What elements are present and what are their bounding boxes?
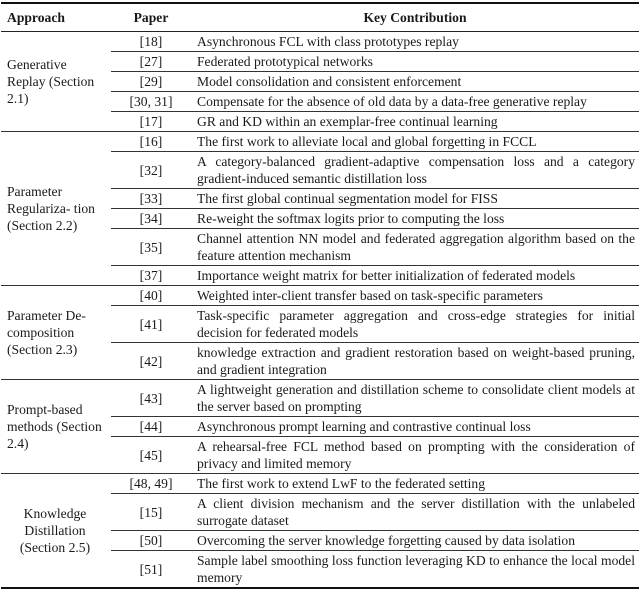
paper-cell: [35] [111, 228, 191, 266]
contribution-cell: Asynchronous prompt learning and contras… [191, 416, 639, 437]
header-paper: Paper [133, 9, 169, 25]
contribution-cell: Overcoming the server knowledge forgetti… [191, 530, 639, 551]
header-approach: Approach [7, 9, 65, 25]
approach-cell: Generative Replay (Section 2.1) [7, 57, 95, 106]
approach-group: Knowledge Distillation (Section 2.5) [48,… [1, 473, 639, 588]
paper-cell: [42] [111, 342, 191, 380]
paper-cell: [51] [111, 550, 191, 588]
paper-cell: [17] [111, 111, 191, 132]
contribution-cell: Sample label smoothing loss function lev… [191, 550, 639, 588]
paper-cell: [45] [111, 436, 191, 474]
contribution-cell: A lightweight generation and distillatio… [197, 382, 635, 414]
paper-cell: [48, 49] [129, 476, 173, 491]
contribution-cell: Re-weight the softmax logits prior to co… [191, 208, 639, 229]
contribution-cell: knowledge extraction and gradient restor… [191, 342, 639, 380]
contribution-cell: Asynchronous FCL with class prototypes r… [197, 34, 459, 49]
contribution-cell: GR and KD within an exemplar-free contin… [191, 111, 639, 132]
table-row: Generative Replay (Section 2.1) [18] Async… [1, 32, 639, 106]
paper-cell: [40] [139, 288, 163, 303]
header-key-contribution: Key Contribution [363, 9, 467, 25]
contribution-cell: A category-balanced gradient-adaptive co… [191, 151, 639, 189]
paper-cell: [30, 31] [111, 91, 191, 112]
table-header: Approach Paper Key Contribution [1, 3, 639, 32]
contribution-cell: Federated prototypical networks [191, 51, 639, 72]
contribution-cell: Task-specific parameter aggregation and … [191, 305, 639, 343]
paper-cell: [44] [111, 416, 191, 437]
paper-table-container: Approach Paper Key Contribution Generati… [0, 0, 640, 589]
contribution-cell: A rehearsal-free FCL method based on pro… [191, 436, 639, 474]
table-row: Knowledge Distillation (Section 2.5) [48,… [1, 474, 639, 555]
contribution-cell: The first global continual segmentation … [191, 188, 639, 209]
paper-cell: [43] [139, 390, 163, 406]
approach-group: Generative Replay (Section 2.1) [18] Async… [1, 31, 639, 132]
contribution-cell: Compensate for the absence of old data b… [191, 91, 639, 112]
approach-cell: Parameter De- composition (Section 2.3) [7, 308, 86, 357]
approach-group: Parameter Regulariza- tion (Section 2.2)… [1, 131, 639, 286]
paper-cell: [34] [111, 208, 191, 229]
contribution-cell: A client division mechanism and the serv… [191, 493, 639, 531]
paper-cell: [50] [111, 530, 191, 551]
approach-comparison-table: Approach Paper Key Contribution Generati… [1, 2, 639, 589]
approach-cell: Knowledge Distillation (Section 2.5) [19, 506, 91, 555]
contribution-cell: The first work to alleviate local and gl… [197, 134, 537, 149]
paper-cell: [15] [111, 493, 191, 531]
table-row: Parameter De- composition (Section 2.3) [… [1, 286, 639, 357]
table-row: Parameter Regulariza- tion (Section 2.2)… [1, 132, 639, 233]
paper-cell: [18] [139, 34, 163, 49]
paper-cell: [32] [111, 151, 191, 189]
paper-cell: [33] [111, 188, 191, 209]
paper-cell: [37] [111, 265, 191, 286]
paper-cell: [16] [139, 134, 163, 149]
contribution-cell: Model consolidation and consistent enfor… [191, 71, 639, 92]
paper-cell: [29] [111, 71, 191, 92]
paper-cell: [27] [111, 51, 191, 72]
contribution-cell: Channel attention NN model and federated… [191, 228, 639, 266]
header-row: Approach Paper Key Contribution [1, 3, 639, 32]
approach-cell: Parameter Regulariza- tion (Section 2.2) [7, 184, 95, 233]
table-row: Prompt-based methods (Section 2.4) [43] A … [1, 380, 639, 451]
approach-group: Parameter De- composition (Section 2.3) [… [1, 285, 639, 380]
contribution-cell: The first work to extend LwF to the fede… [197, 476, 486, 491]
paper-cell: [41] [111, 305, 191, 343]
approach-group: Prompt-based methods (Section 2.4) [43] A … [1, 379, 639, 474]
approach-cell: Prompt-based methods (Section 2.4) [7, 402, 102, 451]
contribution-cell: Importance weight matrix for better init… [191, 265, 639, 286]
contribution-cell: Weighted inter-client transfer based on … [197, 288, 543, 303]
